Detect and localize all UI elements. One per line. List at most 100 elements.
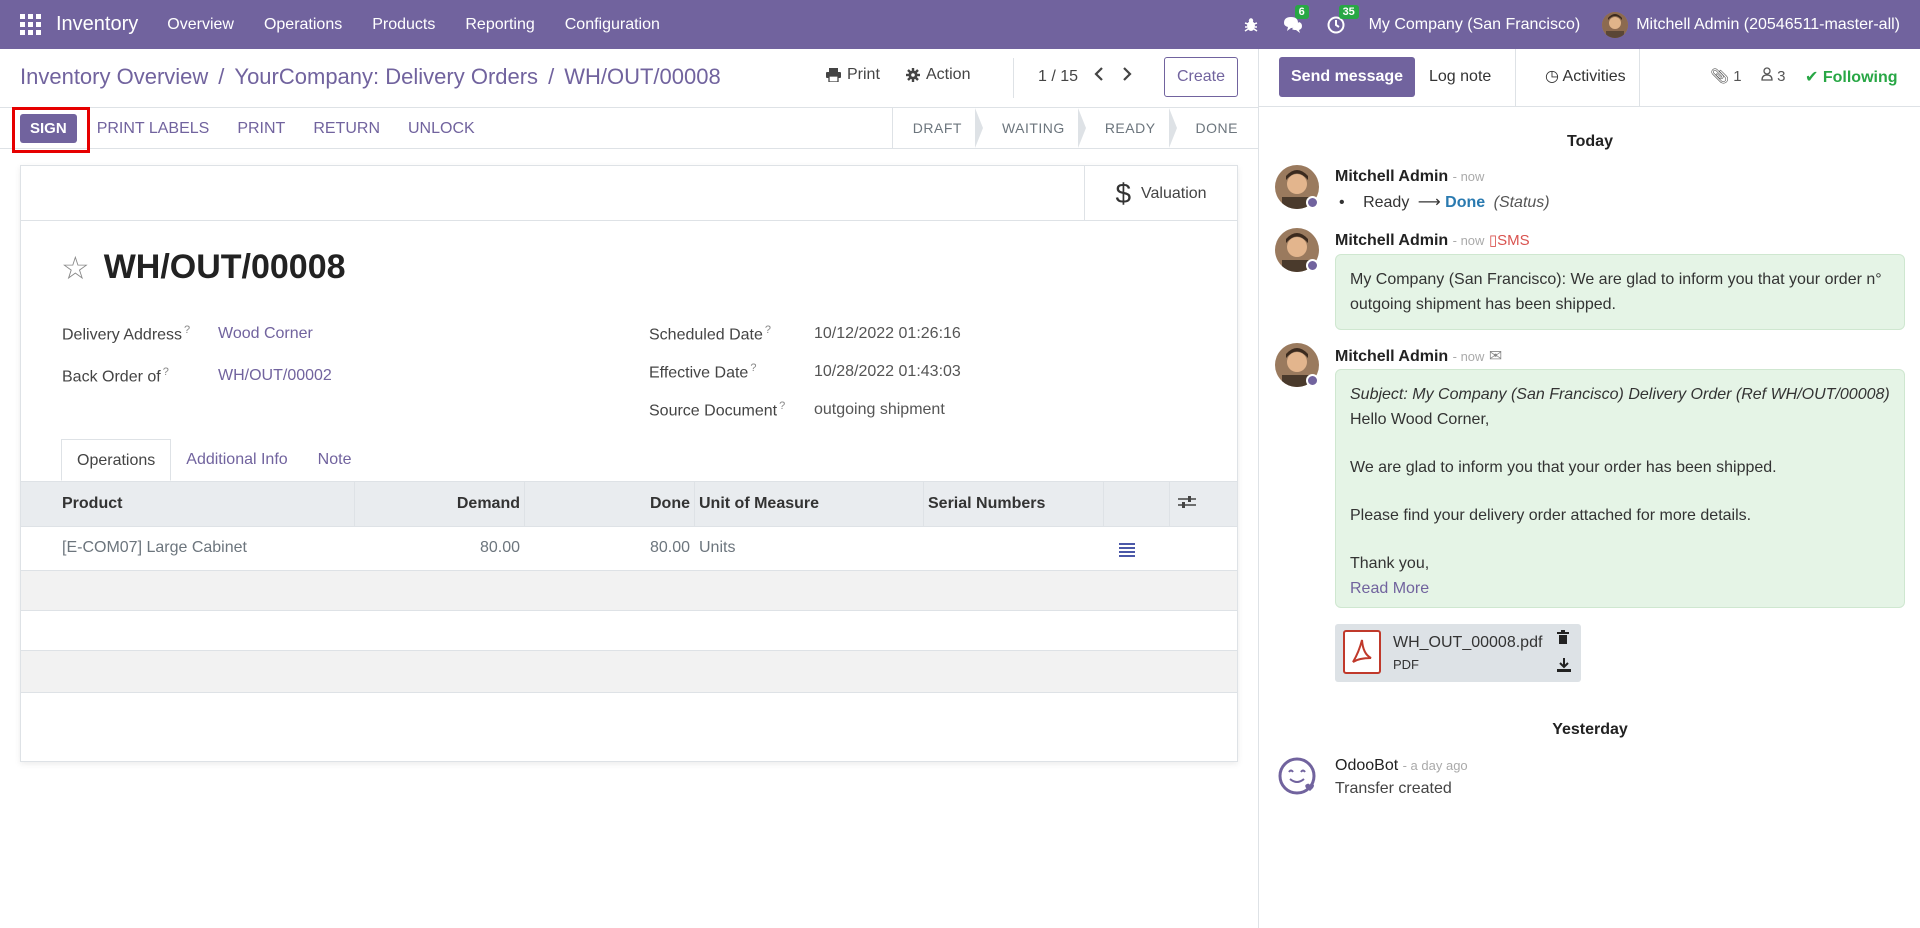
pager-value[interactable]: 1 / 15 <box>1038 68 1078 86</box>
cell-done: 80.00 <box>649 539 690 556</box>
action-dropdown[interactable]: Action <box>906 66 970 84</box>
apps-menu-icon[interactable] <box>20 13 42 36</box>
detailed-operations-list-icon[interactable] <box>1119 543 1135 559</box>
followers-count: 3 <box>1777 68 1786 85</box>
column-demand[interactable]: Demand <box>354 482 520 526</box>
app-name[interactable]: Inventory <box>56 13 138 36</box>
gear-icon <box>906 68 920 82</box>
debug-bug-icon[interactable] <box>1243 17 1259 33</box>
message-date: - now <box>1452 349 1485 364</box>
cell-uom: Units <box>699 539 736 556</box>
attachments-count: 1 <box>1733 68 1742 85</box>
back-order-value[interactable]: WH/OUT/00002 <box>218 367 332 385</box>
delivery-address-value[interactable]: Wood Corner <box>218 325 313 343</box>
notebook-tabs: Operations Additional Info Note <box>61 439 366 481</box>
column-done[interactable]: Done <box>524 482 690 526</box>
sms-message-body: My Company (San Francisco): We are glad … <box>1335 254 1905 330</box>
form-sheet: $ Valuation ☆ WH/OUT/00008 Delivery Addr… <box>20 165 1238 762</box>
source-document-label: Source Document? <box>649 400 786 420</box>
breadcrumb-delivery-orders[interactable]: YourCompany: Delivery Orders <box>234 64 538 90</box>
email-line: We are glad to inform you that your orde… <box>1350 459 1777 476</box>
pager-previous-button[interactable] <box>1094 66 1104 87</box>
breadcrumb-separator: / <box>548 64 555 89</box>
message-author[interactable]: OdooBot - a day ago <box>1335 757 1468 775</box>
pdf-file-icon <box>1343 630 1381 674</box>
star-icon[interactable]: ☆ <box>61 249 90 287</box>
trash-icon[interactable] <box>1557 630 1569 649</box>
menu-operations[interactable]: Operations <box>249 0 357 49</box>
valuation-button[interactable]: $ Valuation <box>1084 166 1237 221</box>
activities-clock-icon[interactable]: 35 <box>1327 4 1359 34</box>
unlock-button[interactable]: UNLOCK <box>394 120 489 138</box>
odoobot-avatar[interactable] <box>1275 754 1319 798</box>
sms-indicator: ▯SMS <box>1488 232 1530 249</box>
tracking-old-value: Ready <box>1363 194 1410 211</box>
email-subject: Subject: My Company (San Francisco) Deli… <box>1350 386 1890 403</box>
user-avatar[interactable] <box>1602 11 1629 38</box>
breadcrumb-separator: / <box>218 64 225 89</box>
company-switcher[interactable]: My Company (San Francisco) <box>1369 16 1581 34</box>
stage-waiting: WAITING <box>982 108 1086 148</box>
optional-columns-toggle[interactable] <box>1178 494 1196 515</box>
column-serial-numbers[interactable]: Serial Numbers <box>928 482 1045 526</box>
print-labels-button[interactable]: PRINT LABELS <box>83 120 224 138</box>
messages-icon[interactable]: 6 <box>1283 4 1309 34</box>
delivery-address-label: Delivery Address? <box>62 324 191 344</box>
menu-reporting[interactable]: Reporting <box>450 0 549 49</box>
attachments-counter[interactable]: 📎︎ 1 <box>1710 67 1742 85</box>
tracking-field: (Status) <box>1493 194 1550 211</box>
activities-button[interactable]: ◷ Activities <box>1535 57 1636 97</box>
tracking-new-value: Done <box>1445 194 1486 211</box>
log-note-button[interactable]: Log note <box>1415 57 1505 97</box>
following-toggle[interactable]: ✔ Following <box>1805 67 1898 87</box>
clock-icon: ◷ <box>1545 68 1559 85</box>
print-label: Print <box>847 66 880 83</box>
pager-next-button[interactable] <box>1122 66 1132 87</box>
tab-note[interactable]: Note <box>303 439 367 481</box>
record-title: WH/OUT/00008 <box>103 248 346 286</box>
column-divider <box>1169 482 1170 526</box>
column-product[interactable]: Product <box>62 482 122 526</box>
menu-overview[interactable]: Overview <box>152 0 249 49</box>
breadcrumb-inventory-overview[interactable]: Inventory Overview <box>20 64 208 90</box>
user-menu[interactable]: Mitchell Admin (20546511-master-all) <box>1636 16 1900 34</box>
tab-operations[interactable]: Operations <box>61 439 172 481</box>
followers-counter[interactable]: 3 <box>1761 67 1786 85</box>
attachment-card[interactable]: WH_OUT_00008.pdf PDF <box>1335 624 1581 682</box>
send-message-button[interactable]: Send message <box>1279 57 1416 97</box>
email-line: Hello Wood Corner, <box>1350 411 1490 428</box>
table-row[interactable]: [E-COM07] Large Cabinet 80.00 80.00 Unit… <box>21 527 1237 571</box>
help-tooltip-icon[interactable]: ? <box>750 362 756 374</box>
message-author[interactable]: Mitchell Admin - now ✉ <box>1335 346 1502 366</box>
column-divider <box>694 482 695 526</box>
print-dropdown[interactable]: Print <box>826 66 880 84</box>
tab-additional-info[interactable]: Additional Info <box>171 439 302 481</box>
presence-indicator <box>1306 196 1319 209</box>
sign-button-highlight <box>12 107 90 153</box>
message-author[interactable]: Mitchell Admin - now <box>1335 168 1484 186</box>
table-row-empty <box>21 611 1237 651</box>
activities-label: Activities <box>1562 68 1626 85</box>
sliders-icon <box>1178 496 1196 508</box>
menu-configuration[interactable]: Configuration <box>550 0 675 49</box>
help-tooltip-icon[interactable]: ? <box>163 366 169 378</box>
message-date: - a day ago <box>1402 758 1468 773</box>
create-button[interactable]: Create <box>1164 57 1238 97</box>
help-tooltip-icon[interactable]: ? <box>779 400 785 412</box>
read-more-link[interactable]: Read More <box>1350 576 1890 601</box>
message-author[interactable]: Mitchell Admin - now ▯SMS <box>1335 231 1530 250</box>
check-icon: ✔ <box>1805 69 1819 86</box>
column-unit-of-measure[interactable]: Unit of Measure <box>699 482 819 526</box>
title-row: ☆ WH/OUT/00008 <box>61 248 346 287</box>
top-navbar: Inventory Overview Operations Products R… <box>0 0 1920 49</box>
print-button[interactable]: PRINT <box>223 120 299 138</box>
source-document-value: outgoing shipment <box>814 401 945 418</box>
return-button[interactable]: RETURN <box>299 120 394 138</box>
help-tooltip-icon[interactable]: ? <box>184 324 190 336</box>
menu-products[interactable]: Products <box>357 0 450 49</box>
help-tooltip-icon[interactable]: ? <box>765 324 771 336</box>
envelope-icon: ✉ <box>1488 348 1503 365</box>
download-icon[interactable] <box>1557 658 1571 677</box>
column-divider <box>923 482 924 526</box>
chatter-divider <box>1639 49 1640 106</box>
